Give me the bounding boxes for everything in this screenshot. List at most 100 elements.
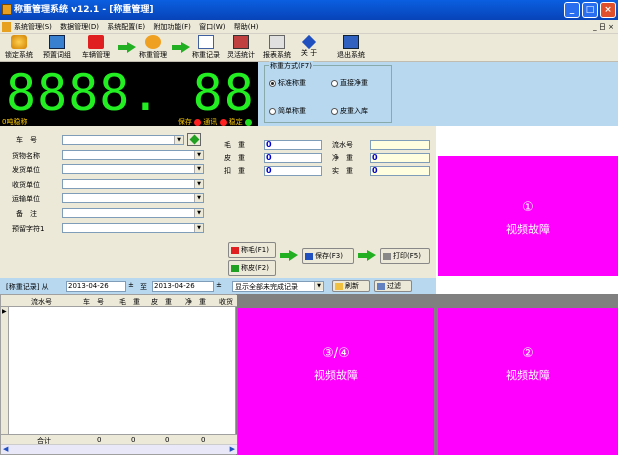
radio-tare-store[interactable]: 皮重入库 <box>331 106 368 116</box>
receiver-combo[interactable]: ▼ <box>62 179 204 189</box>
arrow-icon <box>358 250 376 261</box>
chevron-down-icon[interactable]: ▼ <box>194 224 203 232</box>
plate-combo[interactable]: ▼ <box>62 135 184 145</box>
serial-field[interactable] <box>370 140 430 150</box>
menu-system[interactable]: 系统管理(S) <box>14 23 52 31</box>
window-title: 称重管理系统 v12.1 - [称重管理] <box>14 5 154 15</box>
chevron-down-icon[interactable]: ▼ <box>194 151 203 159</box>
col-gross[interactable]: 毛 重 <box>119 297 140 307</box>
exit-button[interactable]: 退出系统 <box>334 35 368 60</box>
records-label: [称重记录] 从 <box>6 283 49 291</box>
weigh-gross-button[interactable]: 称毛(F1) <box>228 242 276 258</box>
filter-button[interactable]: 过滤 <box>374 280 412 292</box>
records-filter-bar: [称重记录] 从 2013-04-26 ± 至 2013-04-26 ± 显示全… <box>0 278 436 294</box>
tare-label: 皮 重 <box>224 154 245 162</box>
date-to-field[interactable]: 2013-04-26 <box>152 281 214 292</box>
net-label: 净 重 <box>332 154 353 162</box>
menu-window[interactable]: 窗口(W) <box>199 23 225 31</box>
weigh-label: 称重管理 <box>139 51 167 59</box>
date-from-spinner-icon[interactable]: ± <box>128 281 134 289</box>
stable-status-label: 稳定 <box>228 118 243 126</box>
sender-label: 发货单位 <box>12 166 40 174</box>
radio-standard[interactable]: 标准称重 <box>269 78 306 88</box>
save-button[interactable]: 保存(F3) <box>302 248 354 264</box>
truck-icon <box>231 264 239 272</box>
radio-icon <box>269 107 276 115</box>
entry-form: 车 号 ▼ 货物名称 ▼ 发货单位 ▼ 收货单位 ▼ 运输单位 ▼ 备 注 ▼ … <box>0 126 436 278</box>
lock-system-button[interactable]: 锁定系统 <box>2 35 36 60</box>
menu-help[interactable]: 帮助(H) <box>234 23 259 31</box>
chevron-down-icon[interactable]: ▼ <box>314 282 323 290</box>
col-tare[interactable]: 皮 重 <box>151 297 172 307</box>
col-net[interactable]: 净 重 <box>185 297 206 307</box>
preset-words-button[interactable]: 预置词组 <box>38 35 76 60</box>
close-button[interactable]: × <box>600 2 616 18</box>
chevron-down-icon[interactable]: ▼ <box>174 136 183 144</box>
report-system-button[interactable]: 报表系统 <box>260 35 294 60</box>
radio-simple[interactable]: 简单称重 <box>269 106 306 116</box>
plate-lookup-button[interactable] <box>187 133 201 146</box>
records-button[interactable]: 称重记录 <box>190 35 222 60</box>
reserved-combo[interactable]: ▼ <box>62 223 204 233</box>
gross-label: 毛 重 <box>224 141 245 149</box>
toolbar: 锁定系统 预置词组 车辆管理 称重管理 称重记录 灵活统计 报表系统 关 于 退… <box>0 34 618 62</box>
menu-config[interactable]: 系统配置(E) <box>107 23 145 31</box>
net-field[interactable]: 0 <box>370 153 430 163</box>
print-button[interactable]: 打印(F5) <box>380 248 430 264</box>
chevron-down-icon[interactable]: ▼ <box>194 194 203 202</box>
weigh-button[interactable]: 称重管理 <box>136 35 170 60</box>
col-receiver[interactable]: 收货 <box>219 297 233 307</box>
menu-bar: 系统管理(S) 数据管理(D) 系统配置(E) 附加功能(F) 窗口(W) 帮助… <box>0 20 618 34</box>
video-panel-1[interactable]: ① 视频故障 <box>438 156 618 276</box>
vehicle-button[interactable]: 车辆管理 <box>78 35 114 60</box>
transport-label: 运输单位 <box>12 195 40 203</box>
goods-combo[interactable]: ▼ <box>62 150 204 160</box>
scroll-left-icon[interactable]: ◀ <box>3 445 8 453</box>
chevron-down-icon[interactable]: ▼ <box>194 209 203 217</box>
lookup-icon <box>189 134 199 145</box>
about-button[interactable]: 关 于 <box>298 34 320 58</box>
gross-field[interactable]: 0 <box>264 140 322 150</box>
grid-footer: 合计 0 0 0 0 <box>1 434 237 445</box>
actual-field[interactable]: 0 <box>370 166 430 176</box>
sender-combo[interactable]: ▼ <box>62 164 204 174</box>
radio-direct-net[interactable]: 直接净重 <box>331 78 368 88</box>
exit-door-icon <box>343 35 359 49</box>
chevron-down-icon[interactable]: ▼ <box>194 180 203 188</box>
remark-combo[interactable]: ▼ <box>62 208 204 218</box>
radio-simple-label: 简单称重 <box>278 107 306 115</box>
footer-actual: 0 <box>201 436 206 444</box>
printer-icon <box>383 252 391 260</box>
grid-horizontal-scrollbar[interactable]: ◀ ▶ <box>1 444 237 454</box>
col-serial[interactable]: 流水号 <box>31 297 52 307</box>
minimize-button[interactable]: _ <box>564 2 580 18</box>
menu-extra[interactable]: 附加功能(F) <box>153 23 191 31</box>
tare-field[interactable]: 0 <box>264 153 322 163</box>
scale-icon <box>145 35 161 49</box>
menu-data[interactable]: 数据管理(D) <box>60 23 99 31</box>
date-to-spinner-icon[interactable]: ± <box>216 281 222 289</box>
preset-label: 预置词组 <box>43 51 71 59</box>
records-grid[interactable]: 流水号 车 号 毛 重 皮 重 净 重 收货 ▶ 合计 0 0 0 0 ◀ ▶ <box>0 294 237 455</box>
scroll-right-icon[interactable]: ▶ <box>230 445 235 453</box>
record-filter-select[interactable]: 显示全部未完成记录 ▼ <box>232 281 324 292</box>
chevron-down-icon[interactable]: ▼ <box>194 165 203 173</box>
footer-gross: 0 <box>97 436 102 444</box>
deduct-field[interactable]: 0 <box>264 166 322 176</box>
weigh-tare-button[interactable]: 称皮(F2) <box>228 260 276 276</box>
video-panel-2[interactable]: ② 视频故障 <box>438 308 618 455</box>
col-plate[interactable]: 车 号 <box>83 297 104 307</box>
weigh-tare-label: 称皮(F2) <box>241 264 269 272</box>
comm-indicator-icon <box>219 118 227 126</box>
truck-icon <box>231 246 239 254</box>
maximize-button[interactable]: □ <box>582 2 598 18</box>
transport-combo[interactable]: ▼ <box>62 193 204 203</box>
refresh-button[interactable]: 刷新 <box>332 280 370 292</box>
video-panel-3-4[interactable]: ③/④ 视频故障 <box>238 308 434 455</box>
report-system-label: 报表系统 <box>263 51 291 59</box>
flex-stats-button[interactable]: 灵活统计 <box>224 35 258 60</box>
date-from-field[interactable]: 2013-04-26 <box>66 281 126 292</box>
mdi-controls[interactable]: _ 日 × <box>593 20 614 34</box>
stable-indicator-icon <box>245 118 252 126</box>
receiver-label: 收货单位 <box>12 181 40 189</box>
